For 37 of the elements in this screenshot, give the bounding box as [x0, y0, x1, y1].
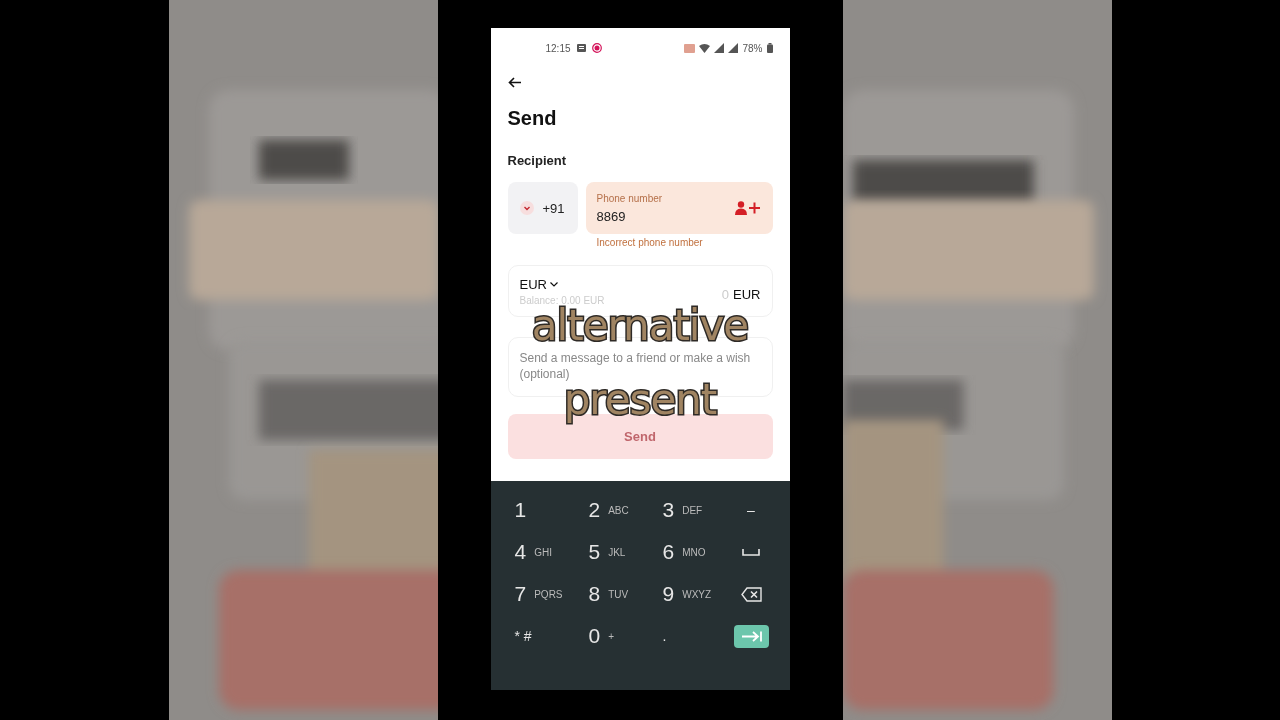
error-message: Incorrect phone number [596, 237, 704, 248]
keyboard-key[interactable]: 3 DEF [662, 498, 703, 522]
backspace-icon[interactable] [740, 586, 762, 602]
currency-selector[interactable]: EUR [519, 276, 605, 292]
chevron-down-icon [549, 281, 558, 287]
battery-icon [766, 43, 773, 53]
battery-level: 78% [742, 42, 763, 54]
screen-title: Send [507, 107, 558, 130]
add-contact-icon[interactable] [734, 201, 761, 215]
field-value: 8869 [596, 208, 627, 224]
next-key-icon[interactable] [733, 624, 769, 648]
keyboard-key[interactable]: 1 [514, 498, 527, 522]
clock: 12:15 [545, 42, 571, 54]
keyboard-key[interactable]: 8 TUV [588, 582, 629, 606]
wifi-icon [699, 43, 711, 53]
keyboard-key[interactable]: – [747, 502, 755, 518]
phone-number-field[interactable]: Phone number 8869 [585, 182, 773, 234]
record-icon [591, 43, 602, 53]
space-key-icon[interactable] [742, 548, 760, 556]
keyboard-key[interactable]: 0 + [588, 624, 615, 648]
keyboard-key[interactable]: * # [514, 628, 532, 644]
keyboard-key[interactable]: 7 PQRS [514, 582, 563, 606]
keyboard-key[interactable]: 4 GHI [514, 540, 552, 564]
chevron-down-icon [520, 201, 535, 215]
keyboard-key[interactable]: . [662, 628, 667, 644]
field-label: Phone number [596, 192, 663, 204]
notification-icon [576, 44, 586, 52]
keyboard-key[interactable]: 2 ABC [588, 498, 629, 522]
signal-icon [714, 43, 725, 53]
keyboard-key[interactable]: 5 JKL [588, 540, 626, 564]
country-code-selector[interactable]: +91 [507, 182, 578, 234]
signal-icon [728, 43, 739, 53]
keyboard-key[interactable]: 9 WXYZ [662, 582, 712, 606]
amount-currency: EUR [733, 286, 761, 302]
keyboard-key[interactable]: 6 MNO [662, 540, 706, 564]
section-label: Recipient [507, 153, 567, 168]
back-arrow-icon[interactable] [507, 77, 522, 88]
